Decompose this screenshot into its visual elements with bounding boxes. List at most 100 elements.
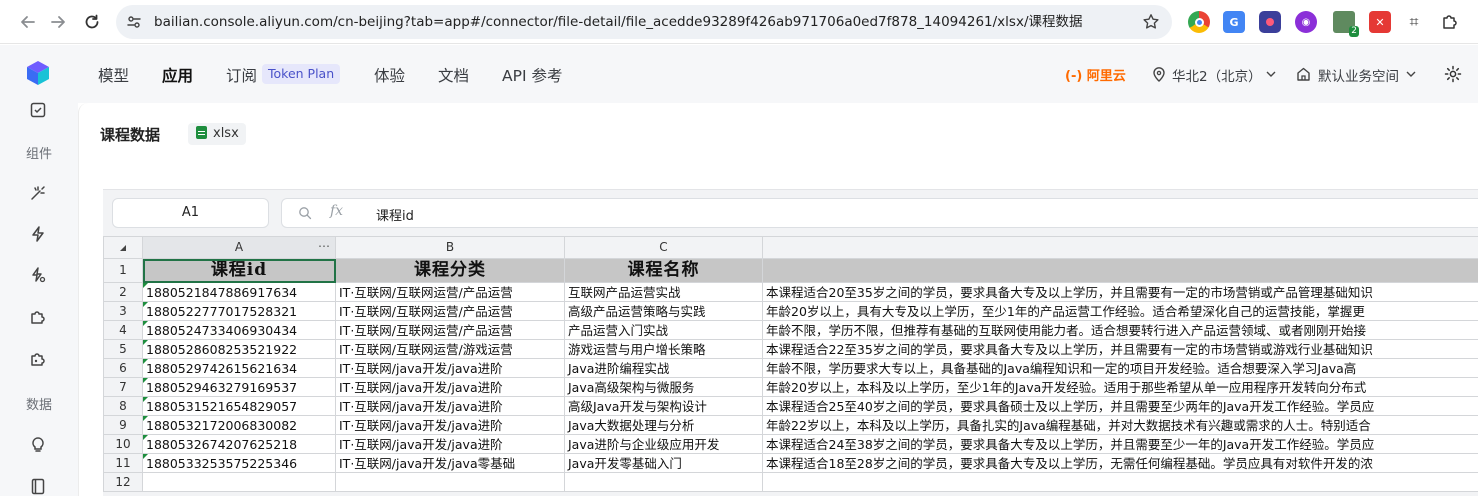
magic-wand-icon[interactable] — [29, 184, 47, 202]
row-number[interactable]: 6 — [103, 358, 143, 378]
cell[interactable]: 1880532674207625218 — [142, 434, 336, 454]
row-number[interactable]: 1 — [103, 258, 143, 283]
cell[interactable]: IT·互联网/java开发/java进阶 — [335, 396, 565, 416]
cell[interactable]: 本课程适合18至28岁之间的学员，要求具备大专及以上学历，无需任何编程基础。学员… — [762, 453, 1478, 473]
cell[interactable]: 1880529742615621634 — [142, 358, 336, 378]
cell[interactable]: IT·互联网/互联网运营/产品运营 — [335, 301, 565, 321]
cell[interactable]: 1880524733406930434 — [142, 320, 336, 340]
row-number[interactable]: 5 — [103, 339, 143, 359]
header-cell[interactable]: 课程id — [142, 258, 336, 283]
formula-value[interactable]: 课程id — [376, 205, 414, 224]
row-number[interactable]: 12 — [103, 472, 143, 492]
formula-bar[interactable]: fx 课程id — [281, 198, 1478, 228]
flash-settings-icon[interactable] — [29, 266, 47, 284]
nav-item-api-reference[interactable]: API 参考 — [502, 64, 562, 86]
cell[interactable]: IT·互联网/java开发/java进阶 — [335, 358, 565, 378]
checklist-icon[interactable] — [29, 101, 47, 119]
cell[interactable] — [142, 472, 336, 492]
chevron-down-icon[interactable] — [1406, 70, 1416, 78]
gear-icon[interactable] — [1444, 65, 1462, 83]
cell[interactable]: 产品运营入门实战 — [564, 320, 763, 340]
chrome-extension-icon[interactable] — [1188, 11, 1210, 33]
aliyun-brand-link[interactable]: (-) 阿里云 — [1065, 65, 1126, 84]
camera-extension-icon[interactable] — [1259, 11, 1281, 33]
address-bar[interactable]: bailian.console.aliyun.com/cn-beijing?ta… — [116, 5, 1172, 39]
row-number[interactable]: 4 — [103, 320, 143, 340]
zoom-search-icon[interactable] — [298, 206, 312, 220]
cell[interactable]: 1880531521654829057 — [142, 396, 336, 416]
cell[interactable]: 互联网产品运营实战 — [564, 282, 763, 302]
row-number[interactable]: 11 — [103, 453, 143, 473]
header-cell[interactable]: 课程分类 — [335, 258, 565, 283]
column-header-c[interactable]: C — [564, 236, 763, 259]
cell[interactable]: 本课程适合24至38岁之间的学员，要求具备大专及以上学历，并且需要至少一年的Ja… — [762, 434, 1478, 454]
cell[interactable]: 1880532172006830082 — [142, 415, 336, 435]
nav-item-apps[interactable]: 应用 — [162, 64, 193, 86]
cell[interactable]: Java进阶与企业级应用开发 — [564, 434, 763, 454]
cell[interactable] — [762, 472, 1478, 492]
cell[interactable] — [564, 472, 763, 492]
cell[interactable]: Java高级架构与微服务 — [564, 377, 763, 397]
cell[interactable]: 高级Java开发与架构设计 — [564, 396, 763, 416]
cell-name-box[interactable]: A1 — [112, 198, 269, 228]
cell[interactable]: 年龄不限，学历要求大专以上，具备基础的Java编程知识和一定的项目开发经验。适合… — [762, 358, 1478, 378]
header-cell[interactable] — [762, 258, 1478, 283]
cell[interactable]: 年龄20岁以上，本科及以上学历，至少1年的Java开发经验。适用于那些希望从单一… — [762, 377, 1478, 397]
crop-extension-icon[interactable]: ⌗ — [1403, 11, 1425, 33]
cell[interactable]: IT·互联网/java开发/java零基础 — [335, 453, 565, 473]
sheet-grid[interactable]: A ⋯ B C 1 课程id 课程分类 课程名称 2 1880521847886… — [103, 236, 1478, 492]
connector-plugin-icon[interactable] — [29, 350, 47, 368]
cell[interactable]: 年龄22岁以上，本科及以上学历，具备扎实的Java编程基础，并对大数据技术有兴趣… — [762, 415, 1478, 435]
cell[interactable]: IT·互联网/互联网运营/游戏运营 — [335, 339, 565, 359]
cell[interactable]: 本课程适合22至35岁之间的学员，要求具备大专及以上学历，并且需要有一定的市场营… — [762, 339, 1478, 359]
cell[interactable]: IT·互联网/互联网运营/产品运营 — [335, 320, 565, 340]
translate-extension-icon[interactable]: G — [1223, 11, 1245, 33]
row-number[interactable]: 3 — [103, 301, 143, 321]
column-header-d[interactable] — [762, 236, 1478, 259]
forward-button[interactable] — [46, 10, 70, 34]
cell[interactable]: Java进阶编程实战 — [564, 358, 763, 378]
back-button[interactable] — [16, 10, 40, 34]
row-number[interactable]: 10 — [103, 434, 143, 454]
cell[interactable]: Java大数据处理与分析 — [564, 415, 763, 435]
cell[interactable]: 年龄不限，学历不限，但推荐有基础的互联网使用能力者。适合想要转行进入产品运营领域… — [762, 320, 1478, 340]
cell[interactable]: IT·互联网/java开发/java进阶 — [335, 377, 565, 397]
cell[interactable] — [335, 472, 565, 492]
select-all-corner[interactable] — [103, 236, 143, 259]
header-cell[interactable]: 课程名称 — [564, 258, 763, 283]
nav-item-subscribe[interactable]: 订阅 — [226, 64, 257, 86]
token-plan-badge[interactable]: Token Plan — [262, 64, 341, 84]
red-extension-icon[interactable]: ✕ — [1369, 11, 1391, 33]
nav-item-models[interactable]: 模型 — [98, 64, 129, 86]
purple-extension-icon[interactable]: ◉ — [1295, 11, 1317, 33]
row-number[interactable]: 2 — [103, 282, 143, 302]
reload-button[interactable] — [80, 10, 104, 34]
cell[interactable]: 1880521847886917634 — [142, 282, 336, 302]
row-number[interactable]: 8 — [103, 396, 143, 416]
puzzle-extension-icon[interactable] — [1439, 11, 1461, 33]
cell[interactable]: 1880522777017528321 — [142, 301, 336, 321]
cell[interactable]: IT·互联网/java开发/java进阶 — [335, 415, 565, 435]
bookmark-star-icon[interactable] — [1142, 13, 1160, 31]
lightning-icon[interactable] — [29, 225, 47, 243]
cell[interactable]: 年龄20岁以上，具有大专及以上学历，至少1年的产品运营工作经验。适合希望深化自己… — [762, 301, 1478, 321]
region-selector[interactable]: 华北2（北京） — [1172, 65, 1262, 85]
nav-item-docs[interactable]: 文档 — [438, 64, 469, 86]
column-header-b[interactable]: B — [335, 236, 565, 259]
data-bulb-icon[interactable] — [29, 436, 47, 454]
site-settings-icon[interactable] — [126, 14, 142, 30]
grid-extension-icon[interactable]: 2 — [1333, 11, 1359, 37]
cell[interactable]: 本课程适合20至35岁之间的学员，要求具备大专及以上学历，并且需要有一定的市场营… — [762, 282, 1478, 302]
url-text[interactable]: bailian.console.aliyun.com/cn-beijing?ta… — [154, 5, 1083, 39]
cell[interactable]: 1880533253575225346 — [142, 453, 336, 473]
cell[interactable]: IT·互联网/互联网运营/产品运营 — [335, 282, 565, 302]
plugin-icon[interactable] — [29, 308, 47, 326]
book-icon[interactable] — [29, 477, 47, 495]
workspace-selector[interactable]: 默认业务空间 — [1318, 65, 1399, 85]
cell[interactable]: 高级产品运营策略与实践 — [564, 301, 763, 321]
cell[interactable]: 游戏运营与用户增长策略 — [564, 339, 763, 359]
row-number[interactable]: 7 — [103, 377, 143, 397]
cell[interactable]: 1880528608253521922 — [142, 339, 336, 359]
nav-item-playground[interactable]: 体验 — [374, 64, 405, 86]
cell[interactable]: IT·互联网/java开发/java进阶 — [335, 434, 565, 454]
